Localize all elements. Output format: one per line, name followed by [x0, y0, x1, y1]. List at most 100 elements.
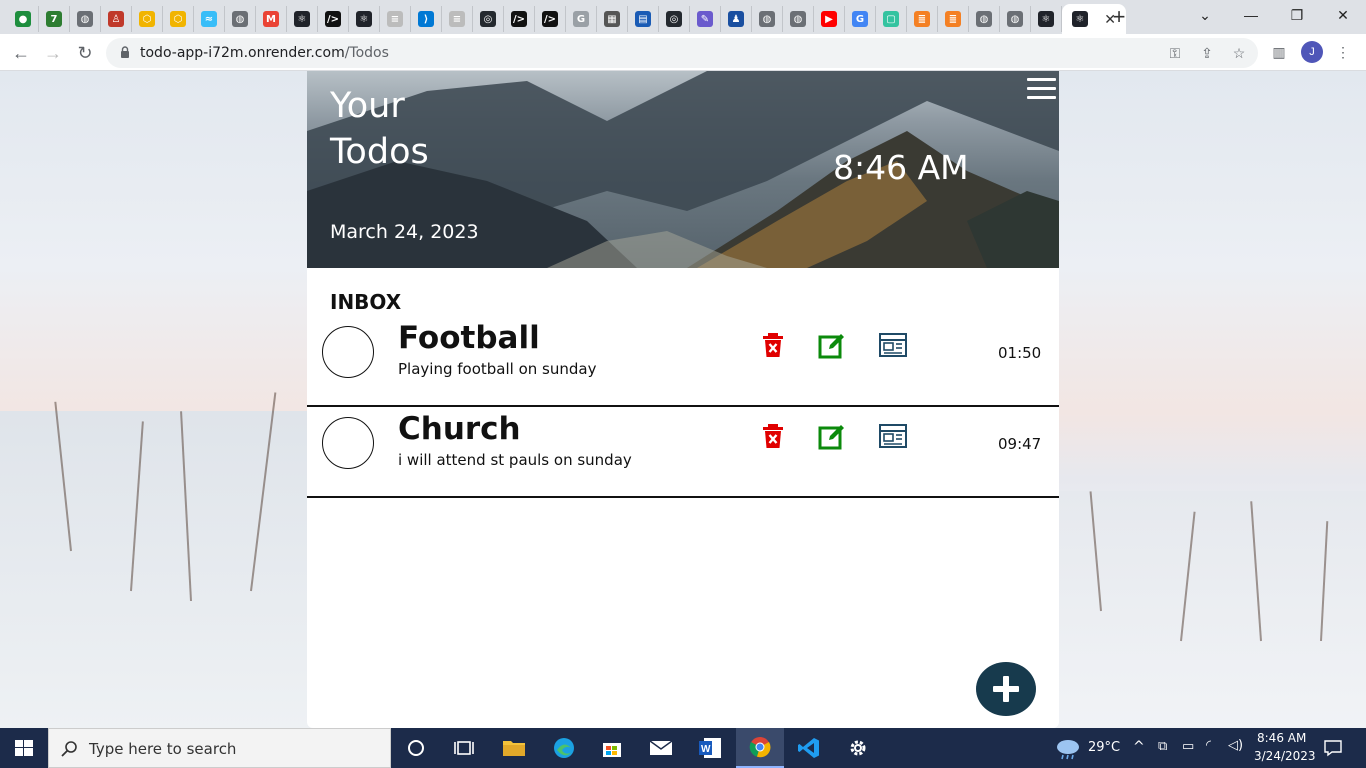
- browser-tab[interactable]: ≈: [194, 6, 225, 32]
- browser-tab[interactable]: ⟩: [411, 6, 442, 32]
- restore-button[interactable]: ❐: [1274, 0, 1320, 30]
- globe-icon: ◍: [759, 11, 775, 27]
- edge-icon[interactable]: [540, 728, 588, 768]
- person-flag-icon: ♙: [108, 11, 124, 27]
- browser-tab[interactable]: ◍: [1000, 6, 1031, 32]
- browser-tab[interactable]: />: [318, 6, 349, 32]
- back-button[interactable]: ←: [8, 40, 34, 66]
- weather-temperature[interactable]: 29°C: [1088, 740, 1120, 755]
- windows-taskbar: Type here to search W 29°C ^ ⧉ ▭ ◜ ◁) 8:…: [0, 728, 1366, 768]
- browser-tab[interactable]: ≡: [380, 6, 411, 32]
- browser-tab[interactable]: ♙: [101, 6, 132, 32]
- browser-tab[interactable]: G: [566, 6, 597, 32]
- mail-icon[interactable]: [637, 728, 685, 768]
- cortana-icon[interactable]: [392, 728, 440, 768]
- add-todo-button[interactable]: [976, 662, 1036, 716]
- complete-checkbox[interactable]: [322, 326, 374, 378]
- chevron-up-icon[interactable]: ^: [1133, 739, 1145, 755]
- todo-title: Football: [398, 320, 540, 356]
- browser-tab[interactable]: ▤: [628, 6, 659, 32]
- battery-icon[interactable]: ▭: [1182, 739, 1194, 754]
- store-icon[interactable]: [588, 728, 636, 768]
- grid-icon: ▦: [604, 11, 620, 27]
- browser-tab[interactable]: 7: [39, 6, 70, 32]
- browser-tab[interactable]: G: [845, 6, 876, 32]
- browser-tab[interactable]: ⚛: [287, 6, 318, 32]
- new-tab-button[interactable]: +: [1106, 4, 1132, 30]
- youtube-icon: ▶: [821, 11, 837, 27]
- chrome-icon[interactable]: [736, 728, 784, 768]
- code-editor-icon: />: [511, 11, 527, 27]
- share-icon[interactable]: ⇪: [1198, 44, 1216, 62]
- browser-tab[interactable]: ◎: [659, 6, 690, 32]
- vscode-taskbar-icon[interactable]: [785, 728, 833, 768]
- edit-icon[interactable]: [817, 330, 847, 360]
- globe-icon: ◍: [790, 11, 806, 27]
- browser-tab[interactable]: ≣: [907, 6, 938, 32]
- browser-tab[interactable]: ⬡: [163, 6, 194, 32]
- yellow-hex-icon: ⬡: [170, 11, 186, 27]
- details-icon[interactable]: [878, 330, 908, 360]
- key-icon[interactable]: ⚿: [1166, 44, 1184, 62]
- delete-icon[interactable]: [758, 330, 788, 360]
- browser-tab[interactable]: ◍: [969, 6, 1000, 32]
- file-explorer-icon[interactable]: [490, 728, 538, 768]
- react-icon: ⚛: [294, 11, 310, 27]
- browser-tab[interactable]: ≡: [442, 6, 473, 32]
- complete-checkbox[interactable]: [322, 417, 374, 469]
- delete-icon[interactable]: [758, 421, 788, 451]
- browser-tab[interactable]: ✎: [690, 6, 721, 32]
- browser-tab[interactable]: ●: [8, 6, 39, 32]
- browser-tab[interactable]: ⬡: [132, 6, 163, 32]
- chart-app-icon: ▤: [635, 11, 651, 27]
- wifi-icon[interactable]: ◜: [1206, 738, 1211, 753]
- weather-cloud-icon[interactable]: [1054, 736, 1082, 760]
- todo-description: Playing football on sunday: [398, 360, 597, 378]
- word-icon[interactable]: W: [686, 728, 734, 768]
- browser-tab[interactable]: />: [535, 6, 566, 32]
- forward-button[interactable]: →: [40, 40, 66, 66]
- task-view-icon[interactable]: [440, 728, 488, 768]
- browser-tab[interactable]: ◍: [70, 6, 101, 32]
- vscode-icon: ⟩: [418, 11, 434, 27]
- clock-date[interactable]: 3/24/2023: [1254, 749, 1316, 763]
- taskbar-search-box[interactable]: Type here to search: [48, 728, 391, 768]
- lock-icon[interactable]: [120, 46, 130, 58]
- address-bar[interactable]: todo-app-i72m.onrender.com/Todos ⚿ ⇪ ☆: [106, 38, 1258, 68]
- volume-icon[interactable]: ◁): [1228, 738, 1243, 753]
- clock-time[interactable]: 8:46 AM: [1257, 731, 1306, 745]
- browser-tab[interactable]: ⚛: [1031, 6, 1062, 32]
- browser-tab[interactable]: ▶: [814, 6, 845, 32]
- browser-tab[interactable]: ◍: [225, 6, 256, 32]
- figure-icon: ♟: [728, 11, 744, 27]
- hamburger-menu-icon[interactable]: [1027, 78, 1056, 100]
- browser-tab[interactable]: ♟: [721, 6, 752, 32]
- minimize-button[interactable]: —: [1228, 0, 1274, 30]
- windows-start-icon[interactable]: [0, 728, 48, 768]
- profile-avatar[interactable]: J: [1301, 41, 1323, 63]
- browser-tab[interactable]: ▢: [876, 6, 907, 32]
- browser-tab[interactable]: ◎: [473, 6, 504, 32]
- url-text[interactable]: todo-app-i72m.onrender.com/Todos: [140, 45, 389, 61]
- settings-icon[interactable]: [834, 728, 882, 768]
- bookmark-star-icon[interactable]: ☆: [1230, 44, 1248, 62]
- side-panel-icon[interactable]: ▥: [1270, 43, 1288, 61]
- notification-icon[interactable]: [1324, 739, 1342, 757]
- device-icon[interactable]: ⧉: [1158, 739, 1167, 754]
- browser-tab[interactable]: ◍: [783, 6, 814, 32]
- edit-icon[interactable]: [817, 421, 847, 451]
- browser-tab[interactable]: ≣: [938, 6, 969, 32]
- menu-kebab-icon[interactable]: ⋮: [1334, 43, 1352, 61]
- globe-icon: ◍: [976, 11, 992, 27]
- browser-tab[interactable]: ⚛: [349, 6, 380, 32]
- details-icon[interactable]: [878, 421, 908, 451]
- browser-tab[interactable]: />: [504, 6, 535, 32]
- reload-button[interactable]: ↻: [72, 40, 98, 66]
- browser-tab[interactable]: ◍: [752, 6, 783, 32]
- browser-tab[interactable]: ▦: [597, 6, 628, 32]
- tab-search-icon[interactable]: ⌄: [1182, 0, 1228, 30]
- browser-tab[interactable]: M: [256, 6, 287, 32]
- code-editor-icon: />: [325, 11, 341, 27]
- google-icon: G: [852, 11, 868, 27]
- close-window-button[interactable]: ✕: [1320, 0, 1366, 30]
